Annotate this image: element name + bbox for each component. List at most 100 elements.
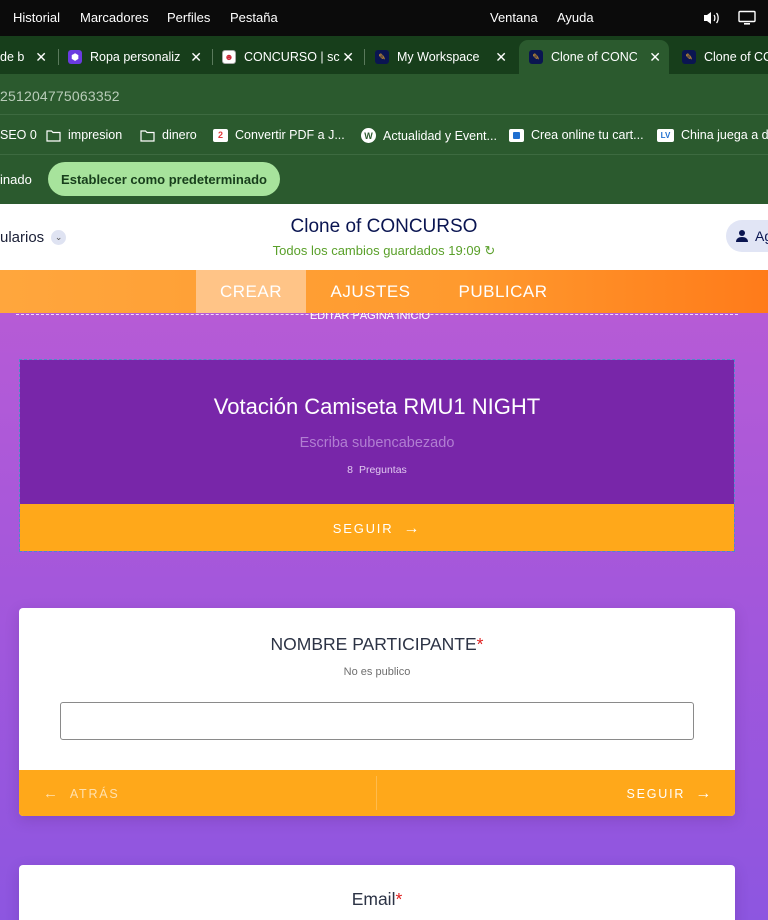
back-label: ATRÁS bbox=[69, 786, 120, 801]
lv-icon: LV bbox=[657, 128, 674, 142]
set-default-button[interactable]: Establecer como predeterminado bbox=[48, 162, 280, 196]
bookmark-label: dinero bbox=[162, 128, 197, 142]
bookmark-label: Convertir PDF a J... bbox=[235, 128, 345, 142]
required-asterisk: * bbox=[395, 889, 403, 909]
menu-perfiles[interactable]: Perfiles bbox=[167, 10, 210, 25]
question-label[interactable]: NOMBRE PARTICIPANTE* bbox=[19, 634, 735, 655]
bookmark-folder[interactable]: dinero bbox=[140, 128, 197, 142]
default-browser-infobar: inado Establecer como predeterminado bbox=[0, 154, 768, 204]
jotform-logo-icon: ✎ bbox=[529, 50, 543, 64]
tab-title: de b bbox=[0, 50, 25, 64]
hexagon-logo-icon: ⬢ bbox=[68, 50, 82, 64]
browser-tab[interactable]: ✎ Clone of CC bbox=[682, 40, 768, 74]
tab-divider bbox=[212, 49, 213, 65]
form-title[interactable]: Clone of CONCURSO bbox=[0, 216, 768, 238]
browser-tab[interactable]: ⬢ Ropa personaliz ✕ bbox=[68, 40, 210, 74]
arrow-right-icon: → bbox=[403, 519, 422, 537]
jotform-logo-icon: ✎ bbox=[682, 50, 696, 64]
tab-crear[interactable]: CREAR bbox=[196, 270, 306, 313]
folder-icon bbox=[140, 129, 155, 142]
save-status-text: Todos los cambios guardados 19:09 bbox=[272, 243, 481, 258]
footer-divider bbox=[376, 776, 377, 810]
square-logo-icon bbox=[509, 128, 524, 142]
tab-title: Ropa personaliz bbox=[90, 50, 181, 64]
bookmark-label: Crea online tu cart... bbox=[531, 128, 644, 142]
tab-title: Clone of CC bbox=[704, 50, 768, 64]
welcome-header: Votación Camiseta RMU1 NIGHT Escriba sub… bbox=[20, 360, 734, 504]
next-button[interactable]: SEGUIR → bbox=[626, 785, 713, 803]
question-label-text: NOMBRE PARTICIPANTE bbox=[270, 634, 477, 654]
jotform-logo-icon: ✎ bbox=[375, 50, 389, 64]
participant-name-input[interactable] bbox=[60, 702, 694, 740]
question-card: Email* bbox=[19, 865, 735, 920]
menu-ayuda[interactable]: Ayuda bbox=[557, 10, 594, 25]
bookmarks-bar: SEO 0 impresion dinero 2 Convertir PDF a… bbox=[0, 114, 768, 154]
tab-divider bbox=[364, 49, 365, 65]
bookmark-item[interactable]: 2 Convertir PDF a J... bbox=[213, 128, 345, 142]
welcome-title[interactable]: Votación Camiseta RMU1 NIGHT bbox=[20, 394, 734, 420]
address-bar[interactable]: 25120477506335​2 bbox=[0, 74, 768, 114]
close-icon[interactable]: ✕ bbox=[649, 49, 661, 66]
infobar-label: inado bbox=[0, 172, 32, 187]
question-count: 8 Preguntas bbox=[20, 464, 734, 476]
save-status: Todos los cambios guardados 19:09 ↻ bbox=[0, 243, 768, 259]
refresh-icon: ↻ bbox=[484, 243, 496, 258]
edit-start-page-link[interactable]: EDITAR PÁGINA INICIO bbox=[300, 313, 440, 322]
welcome-page-card[interactable]: Votación Camiseta RMU1 NIGHT Escriba sub… bbox=[19, 359, 735, 552]
tab-publicar[interactable]: PUBLICAR bbox=[448, 270, 558, 313]
close-icon[interactable]: ✕ bbox=[495, 49, 507, 66]
bookmark-item[interactable]: W Actualidad y Event... bbox=[361, 128, 497, 143]
builder-nav: CREAR AJUSTES PUBLICAR bbox=[0, 270, 768, 313]
url-text[interactable]: 25120477506335​2 bbox=[0, 88, 120, 104]
close-icon[interactable]: ✕ bbox=[342, 49, 354, 66]
bookmark-label: SEO 0 bbox=[0, 128, 37, 142]
tab-divider bbox=[58, 49, 59, 65]
question-card: NOMBRE PARTICIPANTE* No es publico ← ATR… bbox=[19, 608, 735, 816]
question-sublabel[interactable]: No es publico bbox=[19, 666, 735, 678]
cartoon-logo-icon: ☻ bbox=[222, 50, 236, 64]
wordpress-icon: W bbox=[361, 128, 376, 143]
user-icon bbox=[736, 230, 748, 242]
tab-title: CONCURSO | sc bbox=[244, 50, 340, 64]
browser-tab-active[interactable]: ✎ Clone of CONC ✕ bbox=[519, 40, 669, 74]
browser-tab-strip: de b ✕ ⬢ Ropa personaliz ✕ ☻ CONCURSO | … bbox=[0, 36, 768, 74]
menu-marcadores[interactable]: Marcadores bbox=[80, 10, 149, 25]
folder-icon bbox=[46, 129, 61, 142]
tab-title: My Workspace bbox=[397, 50, 480, 64]
welcome-next-button[interactable]: SEGUIR → bbox=[20, 504, 734, 551]
pdf-badge-icon: 2 bbox=[213, 128, 228, 142]
tab-title: Clone of CONC bbox=[551, 50, 637, 64]
close-icon[interactable]: ✕ bbox=[190, 49, 202, 66]
browser-tab[interactable]: ✎ My Workspace ✕ bbox=[375, 40, 515, 74]
question-footer: ← ATRÁS SEGUIR → bbox=[19, 770, 735, 816]
arrow-left-icon: ← bbox=[43, 785, 60, 802]
browser-tab[interactable]: de b ✕ bbox=[0, 40, 55, 74]
menu-ventana[interactable]: Ventana bbox=[490, 10, 538, 25]
mac-menubar: Historial Marcadores Perfiles Pestaña Ve… bbox=[0, 0, 768, 36]
menu-pestana[interactable]: Pestaña bbox=[230, 10, 278, 25]
user-button[interactable]: Ag bbox=[726, 220, 768, 252]
user-label: Ag bbox=[755, 228, 768, 244]
next-label: SEGUIR bbox=[332, 521, 394, 536]
menu-historial[interactable]: Historial bbox=[13, 10, 60, 25]
next-label: SEGUIR bbox=[626, 787, 686, 801]
bookmark-item[interactable]: Crea online tu cart... bbox=[509, 128, 644, 142]
welcome-subtitle[interactable]: Escriba subencabezado bbox=[20, 435, 734, 451]
form-builder-header: ularios ⌄ Clone of CONCURSO Todos los ca… bbox=[0, 204, 768, 270]
bookmark-folder[interactable]: impresion bbox=[46, 128, 122, 142]
speaker-icon[interactable] bbox=[702, 10, 722, 26]
bookmark-item[interactable]: LV China juega a do bbox=[657, 128, 768, 142]
question-label[interactable]: Email* bbox=[19, 889, 735, 910]
form-canvas: EDITAR PÁGINA INICIO Votación Camiseta R… bbox=[0, 313, 768, 920]
bookmark-label: China juega a do bbox=[681, 128, 768, 142]
close-icon[interactable]: ✕ bbox=[35, 49, 47, 66]
browser-tab[interactable]: ☻ CONCURSO | sc ✕ bbox=[222, 40, 362, 74]
question-label-text: Email bbox=[351, 889, 396, 909]
question-count-label: Preguntas bbox=[358, 464, 407, 476]
bookmark-item[interactable]: SEO 0 bbox=[0, 128, 37, 142]
back-button[interactable]: ← ATRÁS bbox=[43, 785, 120, 802]
display-icon[interactable] bbox=[738, 10, 756, 26]
tab-ajustes[interactable]: AJUSTES bbox=[318, 270, 423, 313]
question-count-number: 8 bbox=[347, 464, 354, 476]
bookmark-label: impresion bbox=[68, 128, 123, 142]
